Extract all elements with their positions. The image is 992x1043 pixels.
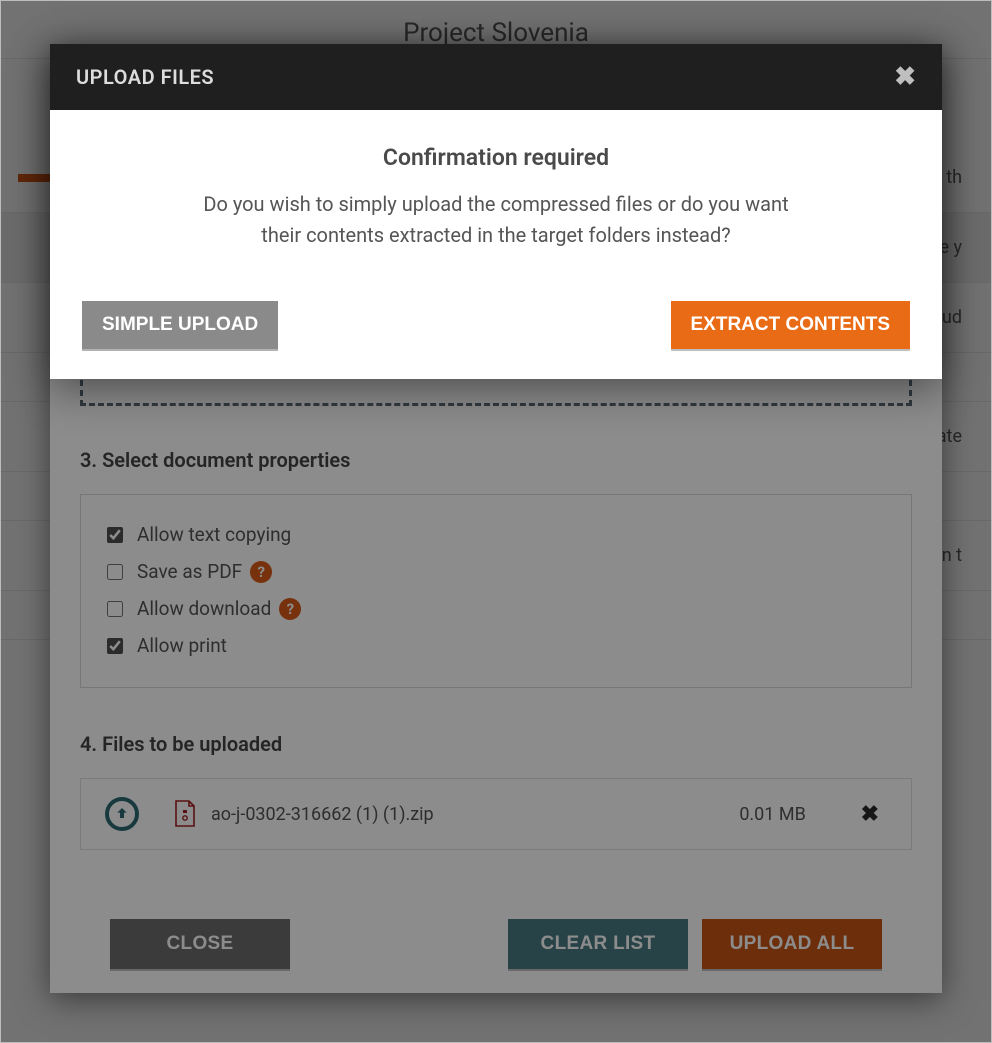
simple-upload-button[interactable]: SIMPLE UPLOAD bbox=[82, 301, 278, 349]
help-icon[interactable]: ? bbox=[250, 561, 272, 583]
checkbox-allow-text-copying[interactable] bbox=[107, 527, 123, 543]
prop-allow-text-copying[interactable]: Allow text copying bbox=[107, 523, 885, 546]
files-list: ao-j-0302-316662 (1) (1).zip 0.01 MB ✖ bbox=[80, 778, 912, 850]
file-row: ao-j-0302-316662 (1) (1).zip 0.01 MB ✖ bbox=[81, 779, 911, 849]
prop-label: Allow download bbox=[137, 597, 271, 620]
clear-list-button[interactable]: CLEAR LIST bbox=[508, 919, 688, 969]
close-button[interactable]: CLOSE bbox=[110, 919, 290, 969]
file-name: ao-j-0302-316662 (1) (1).zip bbox=[211, 804, 693, 825]
upload-arrow-icon bbox=[105, 797, 139, 831]
section-4-title: 4. Files to be uploaded bbox=[80, 732, 912, 756]
modal-footer: CLOSE CLEAR LIST UPLOAD ALL bbox=[80, 895, 912, 973]
prop-label: Save as PDF bbox=[137, 560, 242, 583]
confirmation-text: Do you wish to simply upload the compres… bbox=[186, 189, 806, 251]
prop-label: Allow text copying bbox=[137, 523, 291, 546]
file-size: 0.01 MB bbox=[693, 804, 853, 825]
checkbox-allow-print[interactable] bbox=[107, 638, 123, 654]
section-3-title: 3. Select document properties bbox=[80, 448, 912, 472]
modal-title: UPLOAD FILES bbox=[76, 65, 214, 89]
remove-file-icon[interactable]: ✖ bbox=[853, 802, 887, 827]
prop-save-as-pdf[interactable]: Save as PDF ? bbox=[107, 560, 885, 583]
confirmation-dialog: UPLOAD FILES ✖ Confirmation required Do … bbox=[50, 44, 942, 379]
zip-file-icon bbox=[173, 800, 197, 828]
checkbox-allow-download[interactable] bbox=[107, 601, 123, 617]
document-properties-box: Allow text copying Save as PDF ? Allow d… bbox=[80, 494, 912, 688]
help-icon[interactable]: ? bbox=[279, 598, 301, 620]
confirmation-body: Confirmation required Do you wish to sim… bbox=[50, 110, 942, 261]
checkbox-save-as-pdf[interactable] bbox=[107, 564, 123, 580]
close-icon[interactable]: ✖ bbox=[894, 64, 916, 90]
confirmation-actions: SIMPLE UPLOAD EXTRACT CONTENTS bbox=[50, 261, 942, 379]
prop-label: Allow print bbox=[137, 634, 227, 657]
confirmation-header: UPLOAD FILES ✖ bbox=[50, 44, 942, 110]
prop-allow-print[interactable]: Allow print bbox=[107, 634, 885, 657]
upload-all-button[interactable]: UPLOAD ALL bbox=[702, 919, 882, 969]
prop-allow-download[interactable]: Allow download ? bbox=[107, 597, 885, 620]
extract-contents-button[interactable]: EXTRACT CONTENTS bbox=[671, 301, 911, 349]
confirmation-title: Confirmation required bbox=[100, 144, 892, 171]
